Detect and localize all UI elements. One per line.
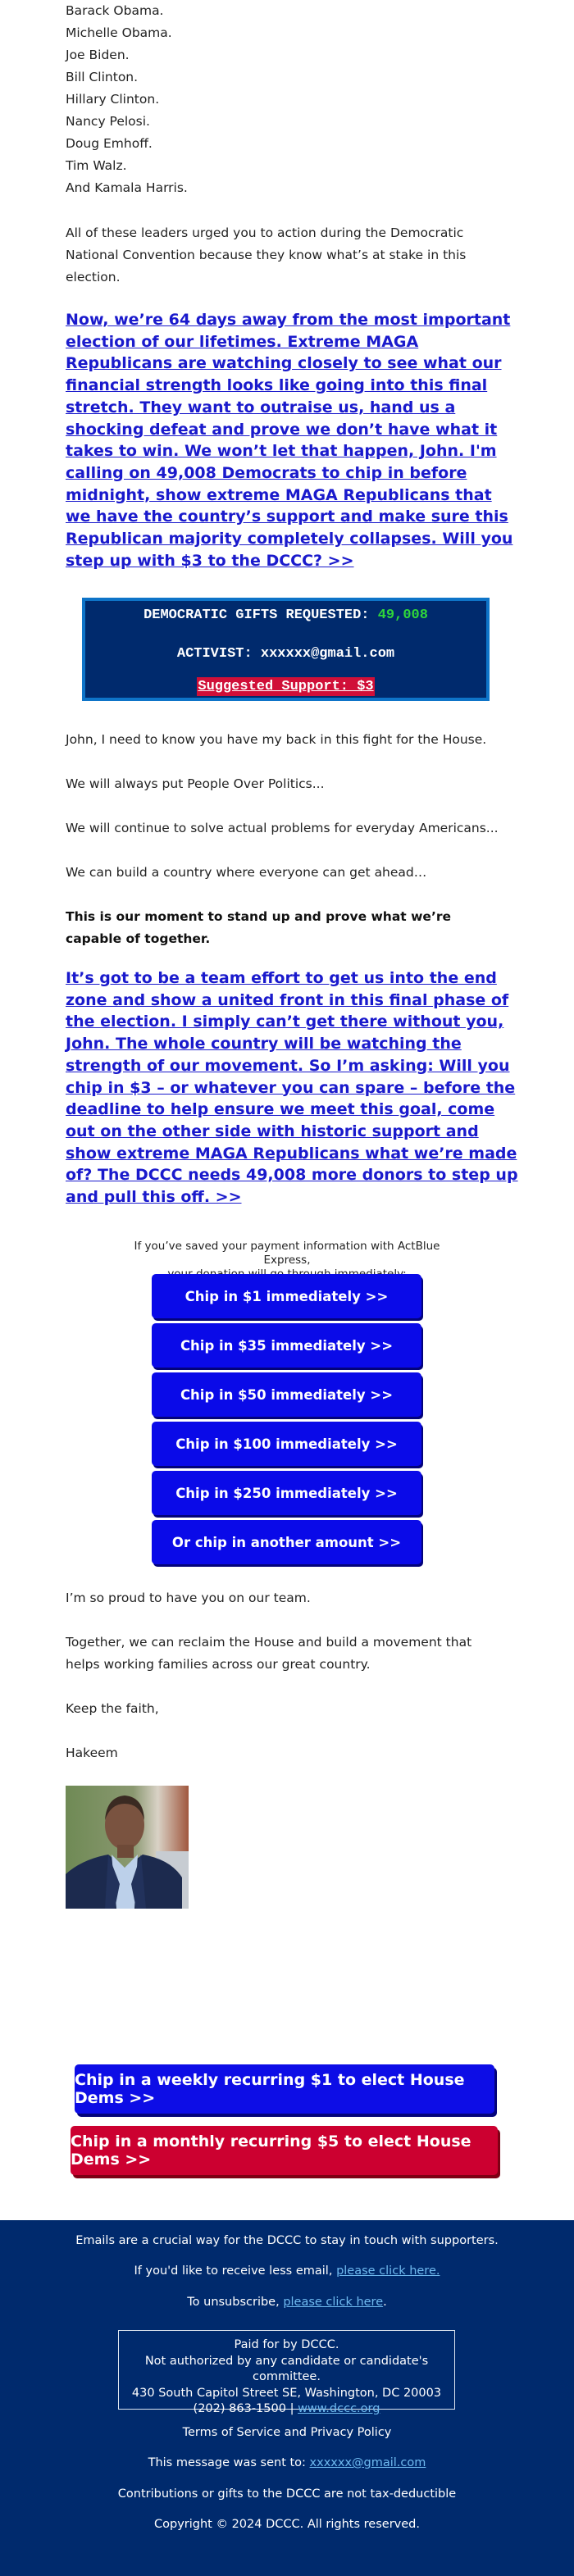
sent-to-text: This message was sent to: [148, 2456, 310, 2469]
not-authorized-line: Not authorized by any candidate or candi… [144, 2354, 429, 2384]
paid-for-disclaimer: Paid for by DCCC. Not authorized by any … [118, 2330, 455, 2415]
footer-unsubscribe: To unsubscribe, please click here. [0, 2296, 574, 2309]
chip-in-100-button[interactable]: Chip in $100 immediately >> [152, 1422, 421, 1466]
paragraph-back: John, I need to know you have my back in… [66, 732, 487, 747]
suggested-support-link[interactable]: Suggested Support: $3 [197, 677, 375, 696]
copyright: Copyright © 2024 DCCC. All rights reserv… [154, 2518, 420, 2531]
gifts-requested-label: DEMOCRATIC GIFTS REQUESTED: [144, 608, 378, 623]
bold-paragraph: This is our moment to stand up and prove… [66, 909, 451, 946]
paid-for-line: Paid for by DCCC. [234, 2338, 339, 2351]
unsubscribe-suffix: . [383, 2296, 387, 2309]
footer-sent-to: This message was sent to: xxxxxx@gmail.c… [0, 2456, 574, 2469]
intro-paragraph: All of these leaders urged you to action… [66, 225, 467, 284]
monthly-recurring-button[interactable]: Chip in a monthly recurring $5 to elect … [71, 2126, 498, 2175]
paragraph-country: We can build a country where everyone ca… [66, 865, 427, 880]
paragraph-people: We will always put People Over Politics.… [66, 776, 325, 791]
chip-in-250-button[interactable]: Chip in $250 immediately >> [152, 1471, 421, 1515]
leader-name: Bill Clinton. [66, 70, 139, 84]
less-email-text: If you'd like to receive less email, [134, 2264, 337, 2278]
contact-line: (202) 863-1500 | www.dccc.org [119, 2401, 454, 2418]
chip-in-other-amount-button[interactable]: Or chip in another amount >> [152, 1520, 421, 1564]
weekly-recurring-button[interactable]: Chip in a weekly recurring $1 to elect H… [75, 2064, 494, 2114]
unsubscribe-text: To unsubscribe, [187, 2296, 284, 2309]
leader-name: Doug Emhoff. [66, 136, 153, 151]
chip-in-1-button[interactable]: Chip in $1 immediately >> [152, 1274, 421, 1318]
leader-name: Nancy Pelosi. [66, 114, 150, 129]
leader-name: And Kamala Harris. [66, 180, 188, 195]
gifts-requested-row: DEMOCRATIC GIFTS REQUESTED: 49,008 [85, 608, 486, 623]
together-paragraph: Together, we can reclaim the House and b… [66, 1635, 472, 1672]
gifts-requested-count: 49,008 [377, 608, 428, 623]
terms-privacy-link[interactable]: Terms of Service and Privacy Policy [0, 2426, 574, 2439]
leader-name: Hillary Clinton. [66, 92, 160, 107]
express-note-line: If you’ve saved your payment information… [134, 1240, 440, 1267]
portrait-image [66, 1786, 189, 1909]
signoff: Keep the faith, [66, 1701, 159, 1716]
phone-number: (202) 863-1500 | [193, 2402, 298, 2415]
website-link[interactable]: www.dccc.org [298, 2402, 380, 2415]
signature: Hakeem [66, 1745, 118, 1760]
gift-request-box: DEMOCRATIC GIFTS REQUESTED: 49,008 ACTIV… [82, 598, 490, 701]
unsubscribe-link[interactable]: please click here [283, 2296, 383, 2309]
leader-name: Barack Obama. [66, 3, 164, 18]
paragraph-problems: We will continue to solve actual problem… [66, 821, 499, 835]
hakeem-photo [66, 1786, 189, 1909]
proud-paragraph: I’m so proud to have you on our team. [66, 1591, 311, 1605]
sent-to-email-link[interactable]: xxxxxx@gmail.com [310, 2456, 426, 2469]
leader-name: Joe Biden. [66, 48, 130, 62]
leader-name: Tim Walz. [66, 158, 127, 173]
chip-in-35-button[interactable]: Chip in $35 immediately >> [152, 1323, 421, 1368]
address-line: 430 South Capitol Street SE, Washington,… [131, 2386, 442, 2400]
activist-email: ACTIVIST: xxxxxx@gmail.com [176, 646, 395, 662]
footer-less-email: If you'd like to receive less email, ple… [0, 2264, 574, 2278]
tax-deductible-note: Contributions or gifts to the DCCC are n… [117, 2487, 457, 2501]
donate-link-secondary[interactable]: It’s got to be a team effort to get us i… [66, 967, 522, 1208]
leader-name: Michelle Obama. [66, 25, 172, 40]
chip-in-50-button[interactable]: Chip in $50 immediately >> [152, 1372, 421, 1417]
footer-emails-crucial: Emails are a crucial way for the DCCC to… [75, 2234, 499, 2247]
leaders-list: Barack Obama. Michelle Obama. Joe Biden.… [66, 0, 512, 199]
donate-link-primary[interactable]: Now, we’re 64 days away from the most im… [66, 309, 515, 571]
less-email-link[interactable]: please click here. [336, 2264, 440, 2278]
